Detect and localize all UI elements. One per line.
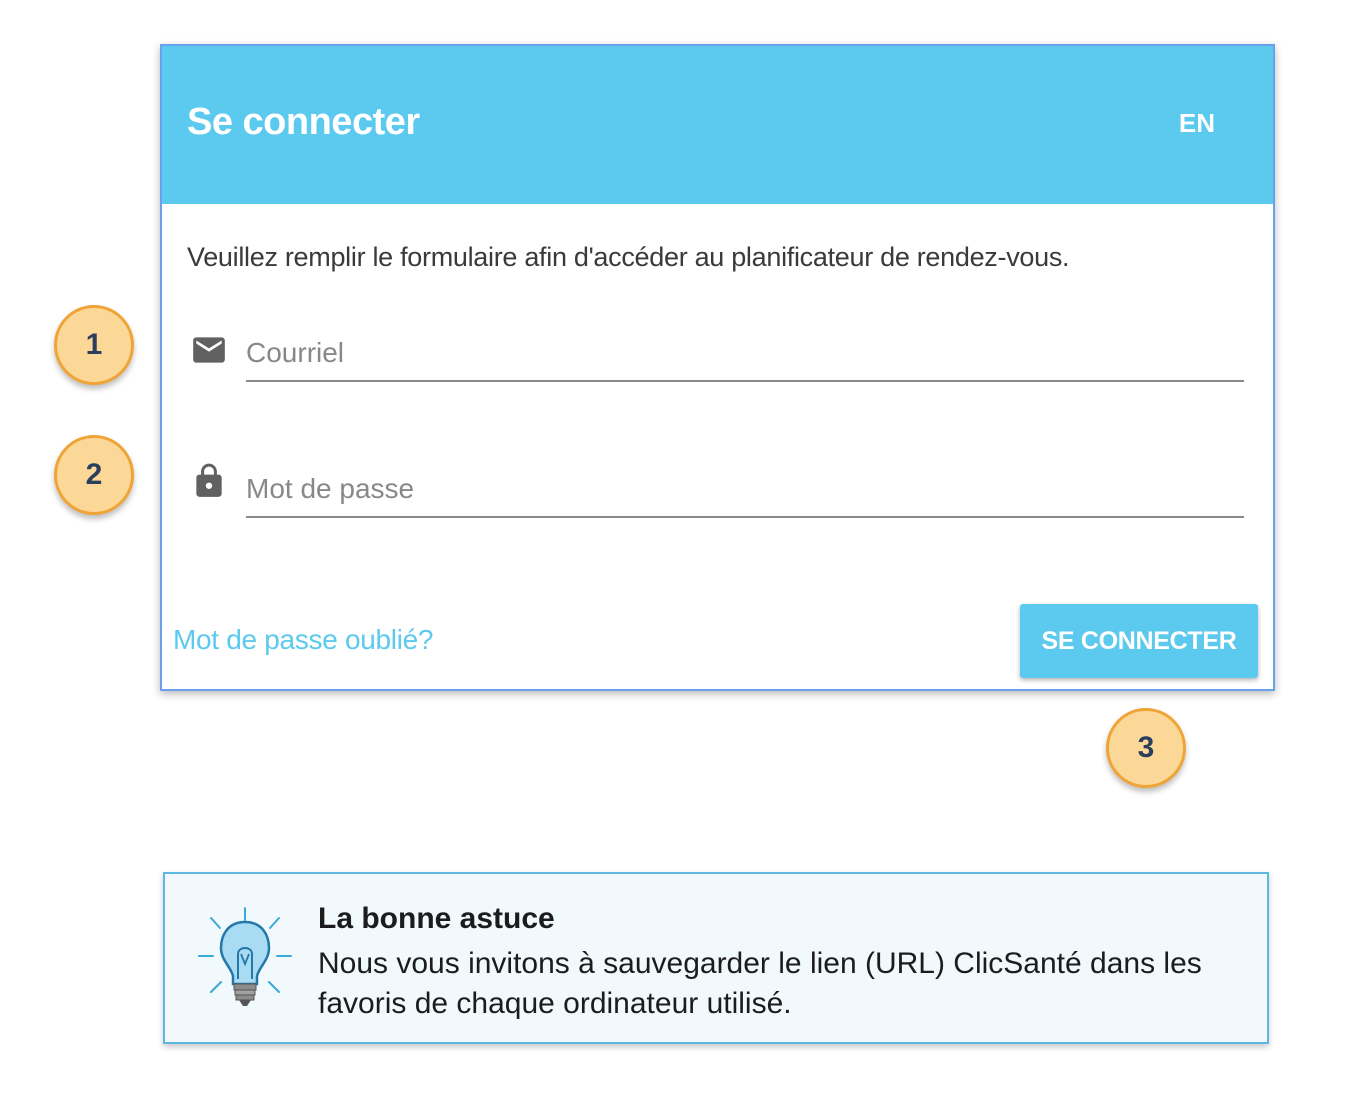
tip-body: Nous vous invitons à sauvegarder le lien… bbox=[318, 947, 1202, 1020]
step-marker-3: 3 bbox=[1106, 708, 1186, 788]
tip-box: La bonne astuce Nous vous invitons à sau… bbox=[163, 872, 1269, 1044]
page-title: Se connecter bbox=[187, 101, 420, 143]
email-input[interactable] bbox=[246, 328, 1244, 378]
forgot-password-link[interactable]: Mot de passe oublié? bbox=[173, 624, 433, 656]
card-header: Se connecter EN bbox=[162, 46, 1273, 204]
password-input[interactable] bbox=[246, 464, 1244, 514]
page: Se connecter EN Veuillez remplir le form… bbox=[0, 0, 1350, 1100]
lightbulb-icon bbox=[198, 907, 292, 1006]
mail-icon bbox=[193, 337, 225, 363]
step-marker-2: 2 bbox=[54, 435, 134, 515]
tip-title: La bonne astuce bbox=[318, 902, 555, 935]
login-submit-button[interactable]: SE CONNECTER bbox=[1020, 604, 1258, 678]
password-field bbox=[246, 464, 1244, 518]
login-card: Se connecter EN Veuillez remplir le form… bbox=[160, 44, 1275, 691]
intro-text: Veuillez remplir le formulaire afin d'ac… bbox=[187, 242, 1070, 272]
step-marker-1: 1 bbox=[54, 305, 134, 385]
lock-icon bbox=[196, 463, 222, 497]
email-field bbox=[246, 328, 1244, 382]
language-toggle-button[interactable]: EN bbox=[1179, 108, 1215, 139]
